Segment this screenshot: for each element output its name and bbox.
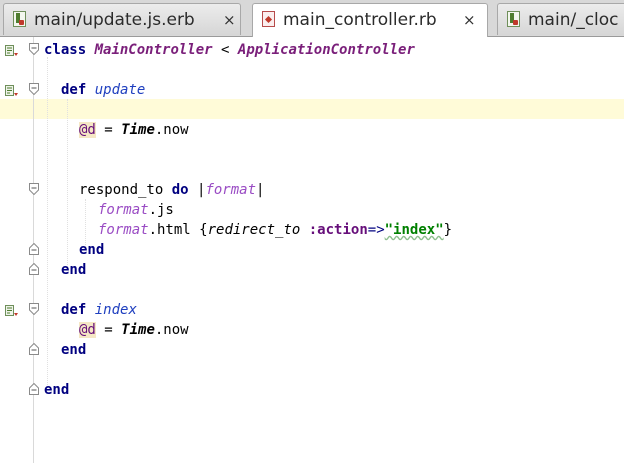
class-gutter-icon[interactable] bbox=[5, 43, 19, 56]
code-line-16: end bbox=[44, 380, 69, 400]
instance-variable: @d bbox=[79, 322, 96, 338]
instance-variable: @d bbox=[79, 122, 96, 138]
code-editor[interactable]: class MainController < ApplicationContro… bbox=[0, 37, 624, 463]
fold-close-icon[interactable] bbox=[29, 243, 39, 255]
symbol: :action bbox=[308, 222, 368, 238]
tab-label: main_controller.rb bbox=[283, 10, 437, 30]
block-param: format bbox=[98, 202, 149, 218]
indent-guide bbox=[47, 57, 48, 387]
keyword: do bbox=[171, 182, 189, 198]
code-line-10: end bbox=[61, 260, 86, 280]
class-name: MainController bbox=[94, 42, 213, 58]
code-line-6: respond_to do |format| bbox=[79, 180, 264, 200]
erb-file-icon bbox=[13, 11, 26, 27]
method-name: index bbox=[94, 302, 137, 318]
fold-open-icon[interactable] bbox=[29, 83, 39, 95]
method-call: .now bbox=[154, 122, 189, 138]
method-call: .js bbox=[148, 202, 174, 218]
block-pipe: | bbox=[256, 182, 265, 198]
fold-close-icon[interactable] bbox=[29, 343, 39, 355]
method-name: update bbox=[94, 82, 146, 98]
editor-tab-bar: main/update.js.erb × main_controller.rb … bbox=[0, 0, 624, 37]
brace: } bbox=[443, 222, 453, 238]
keyword: def bbox=[61, 302, 87, 318]
block-param: format bbox=[205, 182, 257, 198]
code-line-1: class MainController < ApplicationContro… bbox=[44, 40, 415, 60]
tab-main-controller-rb[interactable]: main_controller.rb × bbox=[252, 3, 488, 37]
operator: < bbox=[212, 42, 238, 58]
method-gutter-icon[interactable] bbox=[5, 83, 19, 96]
fold-open-icon[interactable] bbox=[29, 43, 39, 55]
keyword: end bbox=[44, 382, 70, 398]
block-pipe: | bbox=[188, 182, 206, 198]
constant: Time bbox=[121, 122, 155, 138]
code-line-8: format.html {redirect_to :action=>"index… bbox=[98, 220, 452, 240]
fold-close-icon[interactable] bbox=[29, 383, 39, 395]
caret-line-highlight bbox=[0, 99, 624, 119]
code-line-7: format.js bbox=[98, 200, 174, 220]
constant: Time bbox=[121, 322, 155, 338]
fold-open-icon[interactable] bbox=[29, 183, 39, 195]
method-gutter-icon[interactable] bbox=[5, 303, 19, 316]
parent-class-name: ApplicationController bbox=[237, 42, 415, 58]
operator: = bbox=[95, 322, 122, 338]
string-literal: "index" bbox=[384, 222, 444, 238]
keyword: end bbox=[61, 262, 87, 278]
method-call: .now bbox=[154, 322, 189, 338]
tab-label: main/_cloc bbox=[528, 10, 619, 30]
code-line-4: @d = Time.now bbox=[79, 120, 189, 140]
keyword: end bbox=[79, 242, 105, 258]
method-call: redirect_to bbox=[207, 222, 301, 238]
code-line-2: def update bbox=[61, 80, 145, 100]
close-tab-icon[interactable]: × bbox=[223, 11, 236, 29]
keyword: def bbox=[61, 82, 87, 98]
fold-close-icon[interactable] bbox=[29, 263, 39, 275]
code-line-12: def index bbox=[61, 300, 137, 320]
fold-open-icon[interactable] bbox=[29, 303, 39, 315]
code-line-14: end bbox=[61, 340, 86, 360]
keyword: class bbox=[44, 42, 87, 58]
ruby-file-icon bbox=[262, 11, 275, 27]
tab-update-js-erb[interactable]: main/update.js.erb × bbox=[3, 3, 241, 35]
code-line-9: end bbox=[79, 240, 104, 260]
operator: = bbox=[95, 122, 122, 138]
keyword: end bbox=[61, 342, 87, 358]
close-tab-icon[interactable]: × bbox=[463, 11, 476, 29]
code-line-13: @d = Time.now bbox=[79, 320, 189, 340]
method-call: .html { bbox=[148, 222, 208, 238]
indent-guide bbox=[67, 99, 68, 269]
tab-main-cloc[interactable]: main/_cloc bbox=[497, 3, 624, 35]
tab-label: main/update.js.erb bbox=[34, 10, 195, 30]
block-param: format bbox=[98, 222, 149, 238]
hash-arrow: => bbox=[367, 222, 385, 238]
erb-file-icon bbox=[507, 11, 520, 27]
method-call: respond_to bbox=[79, 182, 172, 198]
